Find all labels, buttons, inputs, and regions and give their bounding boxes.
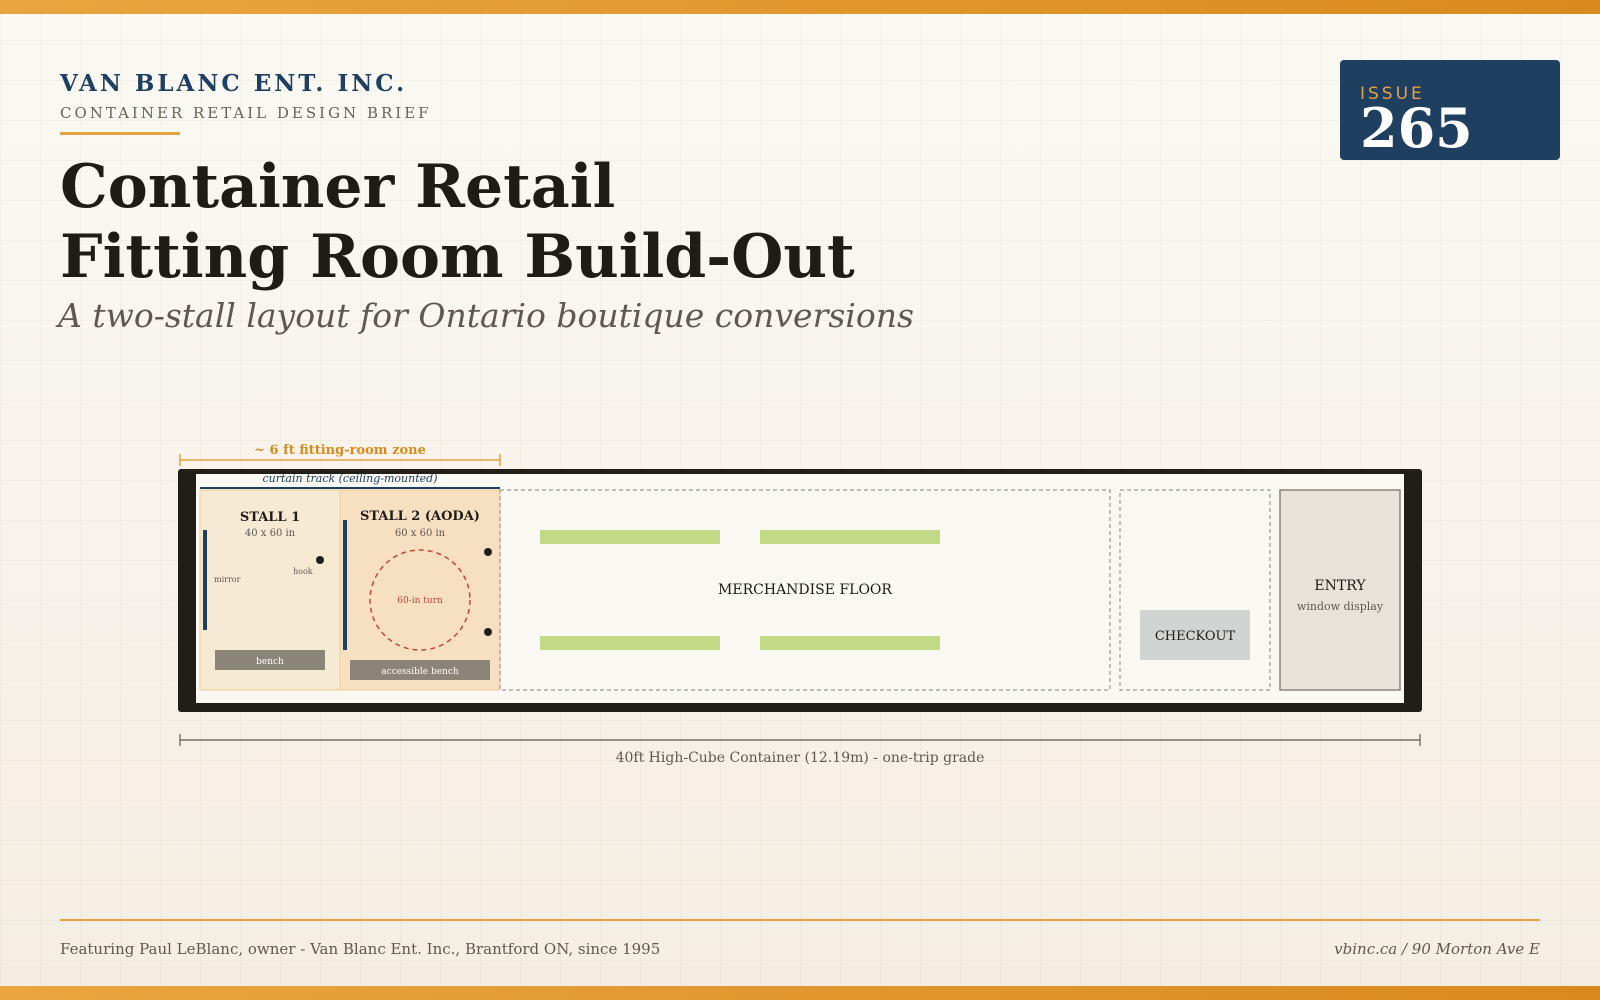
stall-2-hook-upper xyxy=(484,548,492,556)
rack-bottom-right xyxy=(760,636,940,650)
rack-top-right xyxy=(760,530,940,544)
stall-1-hook-label: hook xyxy=(293,567,313,576)
footer-rule xyxy=(60,919,1540,921)
stall-2-hook-lower xyxy=(484,628,492,636)
merchandise-floor-label: MERCHANDISE FLOOR xyxy=(718,582,892,598)
fitting-zone-dimension: ~ 6 ft fitting-room zone xyxy=(179,443,501,466)
rack-top-left xyxy=(540,530,720,544)
stall-1-hook xyxy=(316,556,324,564)
stall-1-bench-label: bench xyxy=(256,657,284,667)
fitting-zone-label: ~ 6 ft fitting-room zone xyxy=(254,443,426,458)
bottom-accent-bar xyxy=(0,986,1600,1000)
footer-address: vbinc.ca / 90 Morton Ave E xyxy=(1334,940,1540,958)
rack-bottom-left xyxy=(540,636,720,650)
stall-1-mirror-label: mirror xyxy=(214,575,241,584)
curtain-track-label: curtain track (ceiling-mounted) xyxy=(263,472,438,485)
container-dimension-label: 40ft High-Cube Container (12.19m) - one-… xyxy=(616,750,985,766)
entry-label: ENTRY xyxy=(1314,578,1366,594)
stall-1-title: STALL 1 xyxy=(240,510,300,525)
stall-2-dims: 60 x 60 in xyxy=(395,528,446,539)
stall-2-mirror xyxy=(343,520,347,650)
floor-plan: ~ 6 ft fitting-room zone curtain track (… xyxy=(178,443,1422,766)
footer-credit: Featuring Paul LeBlanc, owner - Van Blan… xyxy=(60,940,661,958)
checkout-label: CHECKOUT xyxy=(1155,629,1236,644)
stall-1-dims: 40 x 60 in xyxy=(245,528,296,539)
entry-sublabel: window display xyxy=(1297,600,1384,613)
stall-2-title: STALL 2 (AODA) xyxy=(360,509,480,524)
stall-2-bench-label: accessible bench xyxy=(381,667,459,677)
turning-circle-label: 60-in turn xyxy=(397,596,443,606)
container-dimension: 40ft High-Cube Container (12.19m) - one-… xyxy=(179,734,1421,766)
stall-1-mirror xyxy=(203,530,207,630)
